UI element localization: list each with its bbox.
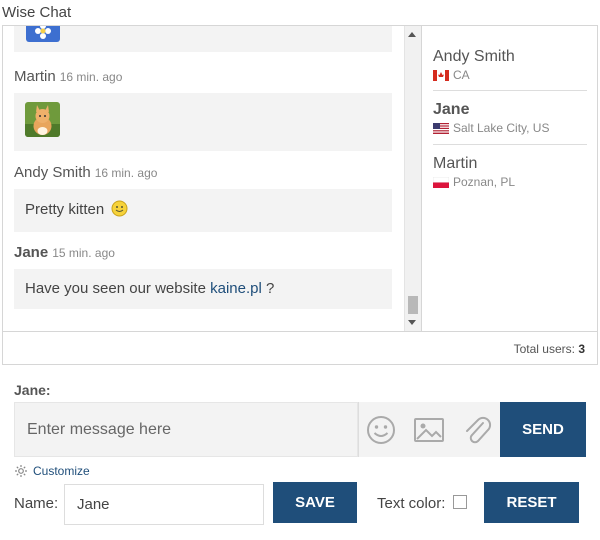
message-time: 15 min. ago bbox=[52, 246, 115, 260]
user-location-text: Poznan, PL bbox=[453, 175, 516, 189]
message-bubble: Have you seen our website kaine.pl ? bbox=[14, 269, 392, 309]
message-list[interactable]: Martin 16 min. ago Andy Smith 16 min. ag… bbox=[3, 26, 404, 331]
user-divider bbox=[433, 90, 587, 91]
customize-link-label[interactable]: Customize bbox=[33, 464, 90, 478]
scrollbar-thumb[interactable] bbox=[408, 296, 418, 314]
user-item[interactable]: Jane Salt Lake City, US bbox=[433, 101, 587, 135]
user-location: Poznan, PL bbox=[432, 175, 587, 189]
message-input[interactable] bbox=[15, 403, 357, 456]
message-input-wrapper bbox=[14, 402, 358, 457]
text-color-label: Text color: bbox=[377, 495, 446, 512]
user-location-text: Salt Lake City, US bbox=[453, 121, 550, 135]
message-author: Andy Smith 16 min. ago bbox=[14, 164, 392, 181]
customize-link[interactable]: Customize bbox=[14, 464, 90, 478]
total-users-count: 3 bbox=[578, 342, 585, 356]
current-user-label: Jane: bbox=[14, 382, 51, 398]
message-time: 16 min. ago bbox=[59, 70, 123, 84]
message-item: Martin 16 min. ago bbox=[14, 68, 392, 151]
text-color-checkbox[interactable] bbox=[453, 495, 467, 509]
message-author: Martin 16 min. ago bbox=[14, 68, 392, 85]
author-name[interactable]: Andy Smith bbox=[14, 164, 91, 181]
scroll-up-arrow-icon[interactable] bbox=[408, 32, 416, 37]
total-users: Total users: 3 bbox=[514, 342, 585, 356]
composer-tools bbox=[358, 402, 500, 457]
save-button[interactable]: SAVE bbox=[273, 482, 357, 523]
message-bubble bbox=[14, 93, 392, 151]
message-text: Have you seen our website bbox=[25, 280, 206, 297]
smiley-emoji-icon bbox=[111, 200, 128, 221]
send-button[interactable]: SEND bbox=[500, 402, 586, 457]
app-title: Wise Chat bbox=[2, 4, 72, 21]
message-bubble: Pretty kitten bbox=[14, 189, 392, 232]
user-divider bbox=[433, 144, 587, 145]
users-list: Andy Smith CA Jane Salt Lake City, US Ma… bbox=[421, 26, 597, 331]
attachment-icon[interactable] bbox=[461, 414, 493, 446]
user-location-text: CA bbox=[453, 68, 470, 82]
message-text: Pretty kitten bbox=[25, 201, 105, 218]
canada-flag-icon bbox=[433, 69, 449, 81]
user-location: Salt Lake City, US bbox=[433, 121, 587, 135]
message-time: 16 min. ago bbox=[94, 166, 158, 180]
message-author: Jane 15 min. ago bbox=[14, 244, 392, 261]
scroll-down-arrow-icon[interactable] bbox=[408, 320, 416, 325]
user-name[interactable]: Andy Smith bbox=[433, 48, 587, 66]
message-item: Jane 15 min. ago Have you seen our websit… bbox=[14, 244, 392, 309]
totals-bar: Total users: 3 bbox=[2, 332, 598, 365]
message-item bbox=[14, 26, 392, 52]
user-name[interactable]: Jane bbox=[433, 101, 587, 119]
name-input[interactable] bbox=[64, 484, 264, 525]
message-bubble bbox=[14, 26, 392, 52]
author-name[interactable]: Jane bbox=[14, 244, 48, 261]
name-label: Name: bbox=[14, 495, 59, 512]
flower-image bbox=[26, 26, 60, 42]
message-text-end: ? bbox=[265, 280, 275, 297]
poland-flag-icon bbox=[432, 176, 450, 188]
user-name[interactable]: Martin bbox=[433, 155, 587, 173]
gear-icon bbox=[15, 465, 27, 477]
reset-button[interactable]: RESET bbox=[484, 482, 579, 523]
total-users-label: Total users: bbox=[513, 342, 575, 356]
user-location: CA bbox=[433, 68, 587, 82]
user-item[interactable]: Andy Smith CA bbox=[433, 48, 587, 82]
chat-frame: Martin 16 min. ago Andy Smith 16 min. ag… bbox=[2, 25, 598, 332]
usa-flag-icon bbox=[433, 122, 449, 134]
emoticon-icon[interactable] bbox=[365, 414, 397, 446]
author-name[interactable]: Martin bbox=[14, 68, 56, 85]
message-item: Andy Smith 16 min. ago Pretty kitten bbox=[14, 164, 392, 232]
message-scrollbar[interactable] bbox=[404, 26, 421, 331]
kitten-thumbnail[interactable] bbox=[25, 102, 60, 137]
user-item[interactable]: Martin Poznan, PL bbox=[432, 155, 587, 189]
image-icon[interactable] bbox=[413, 414, 445, 446]
message-link[interactable]: kaine.pl bbox=[210, 280, 262, 297]
